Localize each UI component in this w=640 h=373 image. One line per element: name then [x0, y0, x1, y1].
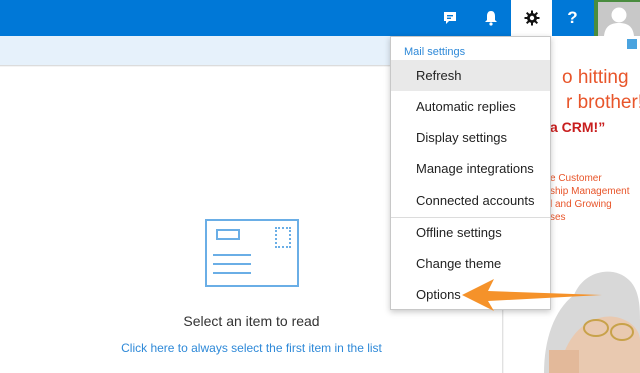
menu-item-connected-accounts[interactable]: Connected accounts	[391, 185, 550, 216]
ad-headline-2: r brother!	[566, 92, 640, 113]
gear-icon	[524, 10, 539, 26]
bell-icon	[484, 11, 497, 26]
ad-text-line: ship Management	[550, 186, 630, 197]
menu-item-automatic-replies[interactable]: Automatic replies	[391, 91, 550, 122]
annotation-arrow-icon	[462, 279, 602, 311]
menu-item-manage-integrations[interactable]: Manage integrations	[391, 153, 550, 184]
settings-menu: Mail settings Refresh Automatic replies …	[390, 36, 551, 310]
ad-text-line: e Customer	[550, 173, 602, 184]
select-first-item-link[interactable]: Click here to always select the first it…	[0, 341, 503, 355]
ad-headline-3: a CRM!”	[550, 119, 606, 135]
menu-item-refresh[interactable]: Refresh	[391, 60, 550, 91]
menu-item-display-settings[interactable]: Display settings	[391, 122, 550, 153]
chat-button[interactable]	[429, 0, 470, 36]
menu-header: Mail settings	[404, 46, 466, 58]
help-button[interactable]: ?	[552, 0, 593, 36]
menu-item-offline-settings[interactable]: Offline settings	[391, 217, 550, 248]
envelope-icon	[205, 219, 299, 287]
reading-pane-title: Select an item to read	[183, 313, 320, 329]
adchoices-icon[interactable]	[627, 39, 637, 49]
user-avatar-icon[interactable]	[598, 2, 640, 36]
ad-text-line: ses	[550, 212, 566, 223]
notifications-button[interactable]	[470, 0, 511, 36]
ad-headline-1: o hitting	[562, 67, 629, 88]
ad-text-line: l and Growing	[550, 199, 612, 210]
settings-button[interactable]	[511, 0, 552, 36]
top-header-bar: ?	[0, 0, 640, 36]
chat-icon	[443, 12, 456, 24]
